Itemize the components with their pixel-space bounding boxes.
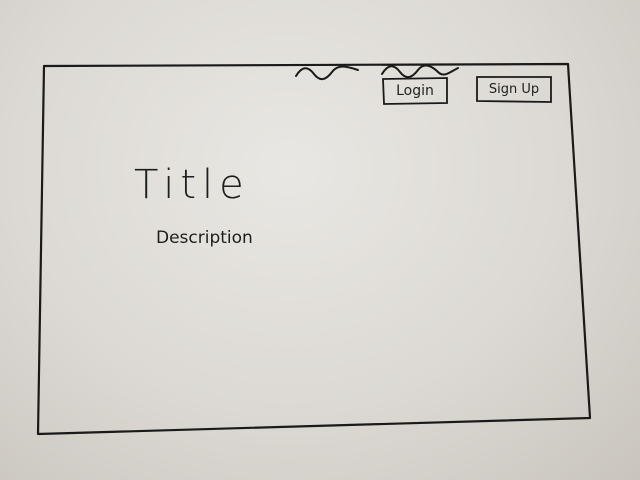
page-border	[36, 62, 592, 436]
signup-button-label: Sign Up	[488, 81, 540, 97]
placeholder-text-squiggle	[295, 65, 359, 80]
login-button-label: Login	[396, 83, 434, 99]
page-frame: Login Sign Up Title Description	[36, 60, 596, 438]
placeholder-text-squiggle	[381, 64, 459, 78]
page-title: Title	[134, 162, 250, 208]
signup-button[interactable]: Sign Up	[475, 75, 553, 103]
page-description: Description	[156, 228, 253, 248]
